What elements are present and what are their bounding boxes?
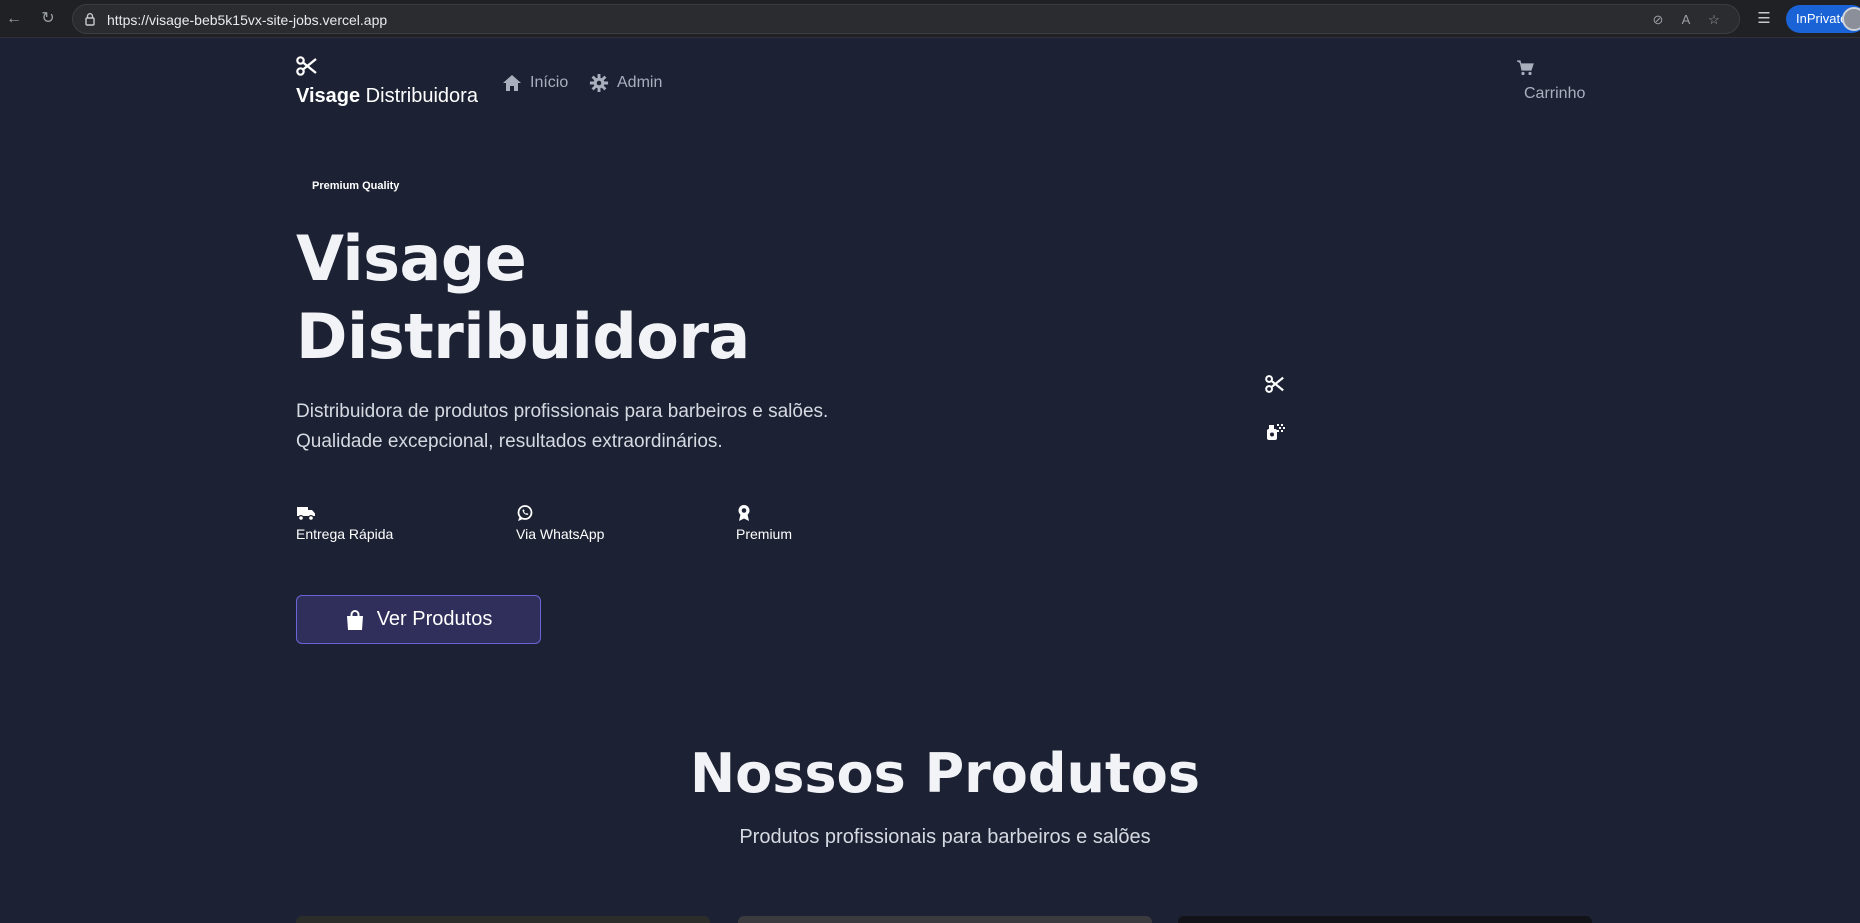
ver-produtos-label: Ver Produtos — [376, 608, 493, 630]
brand-name-bold: Visage — [296, 85, 361, 107]
award-icon — [738, 505, 750, 521]
home-icon — [503, 75, 521, 91]
cart-label: Carrinho — [1524, 85, 1586, 102]
address-bar[interactable]: https://visage-beb5k15vx-site-jobs.verce… — [72, 4, 1740, 34]
hero-description-line2: Qualidade excepcional, resultados extrao… — [296, 431, 723, 452]
hero-title: Visage Distribuidora — [296, 220, 750, 376]
browser-toolbar: ← ↻ https://visage-beb5k15vx-site-jobs.v… — [0, 0, 1860, 38]
whatsapp-icon — [517, 505, 533, 521]
reload-icon[interactable]: ↻ — [38, 9, 58, 29]
gear-icon — [589, 74, 609, 92]
brand-logo[interactable]: Visage Distribuidora — [296, 85, 478, 108]
ver-produtos-button[interactable]: Ver Produtos — [296, 595, 541, 644]
feature-premium: Premium — [736, 504, 792, 542]
nav-inicio-label: Início — [530, 74, 569, 91]
spray-bottle-icon — [1267, 424, 1285, 440]
truck-icon — [297, 507, 315, 522]
product-card[interactable] — [296, 916, 710, 923]
nav-admin-label: Admin — [617, 74, 663, 91]
favorite-star-icon[interactable]: ☆ — [1705, 11, 1723, 29]
inprivate-button[interactable]: InPrivate — [1786, 5, 1860, 33]
tracking-prevention-icon[interactable]: ⊘ — [1649, 11, 1667, 29]
hero-title-line1: Visage — [296, 222, 527, 295]
avatar — [1842, 7, 1860, 31]
brand-name-rest: Distribuidora — [360, 85, 478, 107]
feature-premium-label: Premium — [736, 526, 793, 542]
scissors-icon — [1265, 375, 1284, 393]
cart-icon — [1517, 60, 1534, 76]
hero-description: Distribuidora de produtos profissionais … — [296, 397, 916, 457]
nav-inicio[interactable]: Início — [502, 72, 568, 94]
feature-entrega-label: Entrega Rápida — [296, 526, 394, 542]
inprivate-label: InPrivate — [1796, 11, 1848, 26]
feature-entrega: Entrega Rápida — [296, 504, 393, 542]
favorites-icon[interactable]: ☰ — [1753, 8, 1775, 30]
shopping-bag-icon — [346, 609, 363, 630]
premium-badge: Premium Quality — [312, 180, 400, 192]
product-card[interactable] — [738, 916, 1152, 923]
feature-whatsapp: Via WhatsApp — [516, 504, 604, 542]
nav-admin[interactable]: Admin — [589, 72, 662, 94]
products-subtitle: Produtos profissionais para barbeiros e … — [739, 826, 1151, 848]
lock-icon — [85, 13, 95, 26]
cart-button[interactable]: Carrinho — [1516, 60, 1585, 106]
read-aloud-icon[interactable]: A — [1677, 11, 1695, 29]
products-title: Nossos Produtos — [689, 742, 1201, 805]
back-icon[interactable]: ← — [4, 9, 24, 29]
hero-title-line2: Distribuidora — [296, 300, 750, 373]
hero-description-line1: Distribuidora de produtos profissionais … — [296, 401, 829, 422]
feature-whatsapp-label: Via WhatsApp — [516, 526, 605, 542]
product-card[interactable] — [1178, 916, 1592, 923]
scissors-icon — [296, 56, 317, 76]
url-text: https://visage-beb5k15vx-site-jobs.verce… — [107, 12, 388, 28]
